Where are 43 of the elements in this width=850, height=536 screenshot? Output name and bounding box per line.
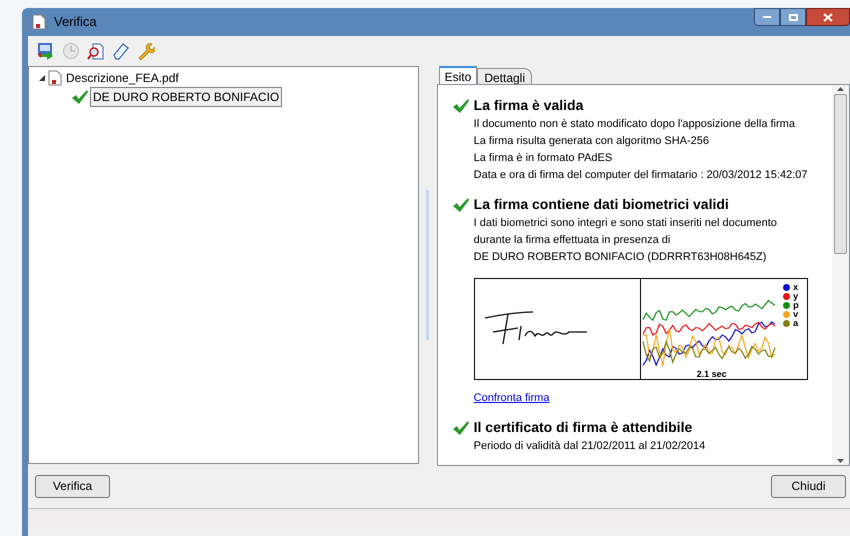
legend-label: a xyxy=(793,319,798,328)
legend-label: y xyxy=(793,292,798,301)
splitter-handle[interactable] xyxy=(426,190,429,340)
result-line: Il documento non è stato modificato dopo l'apposizione della firma xyxy=(474,117,796,132)
tab[interactable]: Dettagli xyxy=(477,68,532,84)
document-icon xyxy=(32,14,46,30)
refresh-icon[interactable] xyxy=(37,42,55,60)
legend-label: v xyxy=(793,310,798,319)
scroll-up-icon[interactable] xyxy=(837,87,844,91)
result-line: Data e ora di firma del computer del firmatario : 20/03/2012 15:42:07 xyxy=(474,168,808,183)
check-icon xyxy=(452,420,470,436)
eraser-icon[interactable] xyxy=(112,42,130,60)
result-line: Periodo di validità dal 21/02/2011 al 21/02/2014 xyxy=(474,439,706,454)
result-line: durante la firma effettuata in presenza di xyxy=(474,233,672,248)
close-button[interactable] xyxy=(806,8,850,26)
maximize-button[interactable] xyxy=(780,8,806,26)
section-title: La firma è valida xyxy=(474,96,584,115)
result-line: I dati biometrici sono integri e sono stati inseriti nel documento xyxy=(474,216,778,231)
result-line: La firma è in formato PAdES xyxy=(474,151,614,166)
tree-item[interactable]: Descrizione_FEA.pdf xyxy=(65,69,180,87)
close-icon xyxy=(823,12,833,22)
scrollbar[interactable] xyxy=(832,85,849,465)
result-line: DE DURO ROBERTO BONIFACIO (DDRRRT63H08H645Z) xyxy=(474,250,768,265)
document-icon xyxy=(48,70,62,86)
legend-label: x xyxy=(793,283,798,292)
check-icon xyxy=(452,196,470,212)
dialog-button[interactable]: Verifica xyxy=(35,474,110,498)
expander-icon[interactable] xyxy=(39,75,45,81)
scroll-down-icon[interactable] xyxy=(837,459,844,463)
window-title: Verifica xyxy=(54,13,97,32)
compare-link[interactable]: Confronta firma xyxy=(474,392,550,404)
minimize-button[interactable] xyxy=(754,8,780,26)
section-title: La firma contiene dati biometrici validi xyxy=(474,195,729,214)
magnifier-icon[interactable] xyxy=(87,42,105,60)
wrench-icon[interactable] xyxy=(137,42,155,60)
duration-label: 2.1 sec xyxy=(696,369,727,379)
tab[interactable]: Esito xyxy=(438,66,478,84)
tree-item[interactable]: DE DURO ROBERTO BONIFACIO xyxy=(90,87,282,107)
legend-label: p xyxy=(793,301,799,310)
check-icon xyxy=(452,98,470,114)
section-title: Il certificato di firma è attendibile xyxy=(474,418,692,437)
dialog-button[interactable]: Chiudi xyxy=(771,474,846,498)
result-line: La firma risulta generata con algoritmo SHA-256 xyxy=(474,134,710,149)
